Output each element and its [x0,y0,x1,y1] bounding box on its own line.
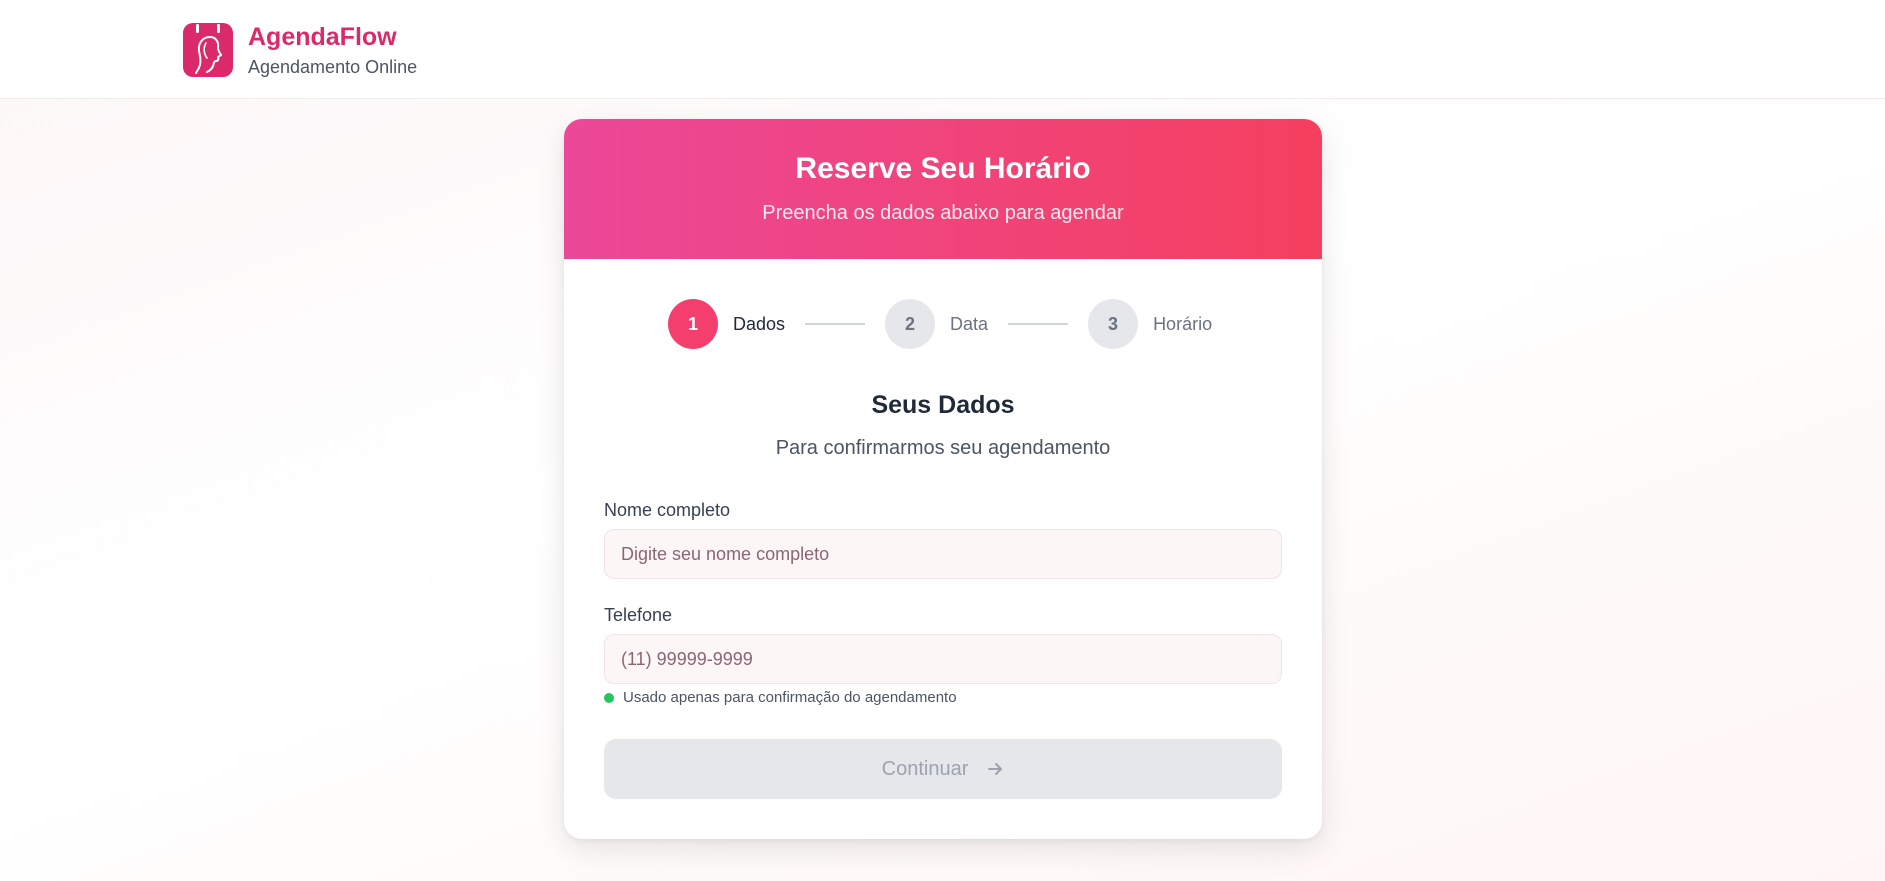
name-input[interactable] [604,529,1282,579]
top-bar: AgendaFlow Agendamento Online [0,0,1885,99]
phone-hint-text: Usado apenas para confirmação do agendam… [623,689,957,706]
phone-hint: Usado apenas para confirmação do agendam… [604,689,957,706]
step-connector [1008,323,1069,325]
calendar-profile-icon [183,23,233,77]
card-title: Reserve Seu Horário [795,152,1091,185]
name-label: Nome completo [604,500,731,520]
step-3-label: Horário [1153,313,1213,334]
booking-card: Reserve Seu Horário Preencha os dados ab… [564,119,1322,839]
continue-label: Continuar [881,757,969,780]
card-subtitle: Preencha os dados abaixo para agendar [762,202,1124,224]
section-subtitle: Para confirmarmos seu agendamento [775,437,1111,459]
section-title: Seus Dados [871,391,1015,419]
step-1-circle: 1 [668,299,718,349]
continue-button[interactable]: Continuar [604,739,1282,799]
step-1-label: Dados [733,313,786,334]
step-2-label: Data [950,313,989,334]
step-connector [805,323,866,325]
step-2-circle: 2 [885,299,936,349]
phone-label: Telefone [604,605,673,625]
step-indicator: 1 Dados 2 Data 3 Horário [668,299,1212,349]
green-dot-icon [604,692,614,703]
arrow-right-icon [986,760,1004,778]
brand[interactable]: AgendaFlow Agendamento Online [183,22,417,78]
brand-text: AgendaFlow Agendamento Online [248,22,417,78]
phone-input[interactable] [604,634,1282,684]
step-3-circle: 3 [1088,299,1139,349]
brand-subtitle: Agendamento Online [248,57,418,77]
card-header: Reserve Seu Horário Preencha os dados ab… [564,119,1322,259]
brand-name: AgendaFlow [248,23,397,51]
